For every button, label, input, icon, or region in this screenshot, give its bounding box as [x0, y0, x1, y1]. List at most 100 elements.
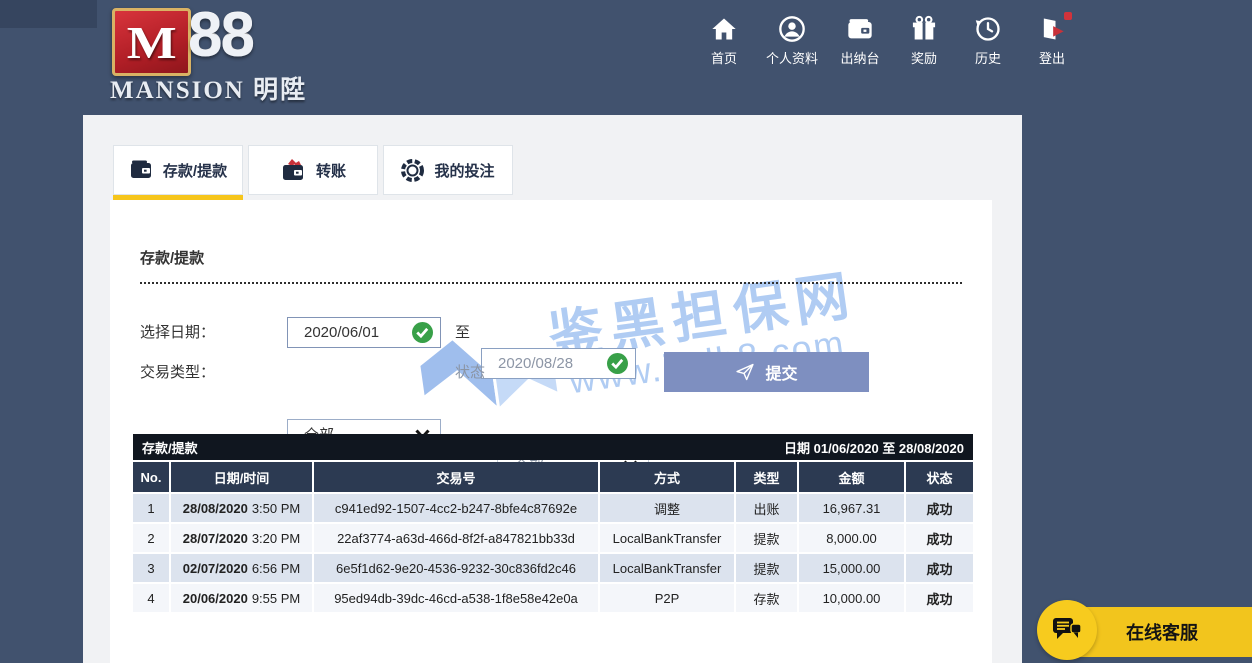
cell-time: 9:55 PM — [252, 591, 300, 606]
cell-amount: 16,967.31 — [799, 494, 904, 522]
logo-name-cn: 明陞 — [253, 77, 307, 104]
nav-home-label: 首页 — [711, 48, 737, 67]
cell-date: 28/08/2020 — [183, 501, 248, 516]
cell-type: 存款 — [736, 584, 797, 612]
table-row[interactable]: 1 28/08/2020 3:50 PM c941ed92-1507-4cc2-b… — [133, 494, 973, 522]
cell-txn-id: 6e5f1d62-9e20-4536-9232-30c836fd2c46 — [314, 554, 598, 582]
cell-amount: 8,000.00 — [799, 524, 904, 552]
cell-date: 20/06/2020 — [183, 591, 248, 606]
nav-history-label: 历史 — [975, 48, 1001, 67]
cell-status: 成功 — [906, 554, 973, 582]
date-from-valid-icon — [412, 322, 433, 343]
cell-date: 02/07/2020 — [183, 561, 248, 576]
m88-logo[interactable]: M — [112, 8, 191, 76]
nav-profile[interactable]: 个人资料 — [766, 15, 818, 67]
cell-datetime: 20/06/2020 9:55 PM — [171, 584, 312, 612]
history-icon — [974, 15, 1002, 43]
table-row[interactable]: 4 20/06/2020 9:55 PM 95ed94db-39dc-46cd-a… — [133, 584, 973, 612]
table-row[interactable]: 2 28/07/2020 3:20 PM 22af3774-a63d-466d-8… — [133, 524, 973, 552]
col-status: 状态 — [906, 462, 973, 492]
logout-notification-dot — [1064, 12, 1072, 20]
date-to-valid-icon — [607, 353, 628, 374]
table-row[interactable]: 3 02/07/2020 6:56 PM 6e5f1d62-9e20-4536-9… — [133, 554, 973, 582]
cell-time: 6:56 PM — [252, 561, 300, 576]
cell-type: 提款 — [736, 524, 797, 552]
table-header-row: No. 日期/时间 交易号 方式 类型 金额 状态 — [133, 462, 973, 492]
cell-txn-id: 22af3774-a63d-466d-8f2f-a847821bb33d — [314, 524, 598, 552]
cell-no: 2 — [133, 524, 169, 552]
online-support-bubble[interactable] — [1037, 600, 1097, 660]
gift-icon — [910, 15, 938, 43]
poker-chip-icon — [401, 159, 424, 182]
cell-datetime: 02/07/2020 6:56 PM — [171, 554, 312, 582]
col-type: 类型 — [736, 462, 797, 492]
date-range-label: 选择日期： — [140, 317, 215, 348]
nav-home[interactable]: 首页 — [702, 15, 746, 67]
logo-m-glyph: M — [127, 16, 177, 69]
cell-time: 3:50 PM — [252, 501, 300, 516]
online-support-label: 在线客服 — [1126, 619, 1198, 645]
table-titlebar: 存款/提款 日期 01/06/2020 至 28/08/2020 — [133, 434, 973, 460]
date-to-input[interactable]: 2020/08/28 — [481, 348, 636, 379]
col-datetime: 日期/时间 — [171, 462, 312, 492]
submit-button[interactable]: 提交 — [664, 352, 869, 392]
date-from-value: 2020/06/01 — [304, 324, 379, 341]
tab-deposit-withdraw-label: 存款/提款 — [163, 160, 227, 181]
cell-method: P2P — [600, 584, 734, 612]
table-date-range: 日期 01/06/2020 至 28/08/2020 — [784, 438, 964, 457]
cell-status: 成功 — [906, 524, 973, 552]
nav-cashier-label: 出纳台 — [841, 48, 880, 67]
nav-cashier[interactable]: 出纳台 — [838, 15, 882, 67]
cell-date: 28/07/2020 — [183, 531, 248, 546]
active-tab-underline — [113, 195, 243, 200]
home-icon — [710, 15, 738, 43]
section-divider — [140, 282, 962, 284]
cell-amount: 10,000.00 — [799, 584, 904, 612]
tab-my-bets[interactable]: 我的投注 — [383, 145, 513, 195]
cell-datetime: 28/07/2020 3:20 PM — [171, 524, 312, 552]
section-title: 存款/提款 — [140, 247, 204, 268]
nav-logout[interactable]: 登出 — [1030, 15, 1074, 67]
transactions-table: 存款/提款 日期 01/06/2020 至 28/08/2020 No. 日期/… — [133, 434, 973, 612]
cell-method: LocalBankTransfer — [600, 554, 734, 582]
cell-method: LocalBankTransfer — [600, 524, 734, 552]
nav-profile-label: 个人资料 — [766, 48, 818, 67]
logout-icon — [1038, 15, 1066, 43]
cell-txn-id: c941ed92-1507-4cc2-b247-8bfe4c87692e — [314, 494, 598, 522]
chat-icon — [1051, 616, 1083, 644]
user-icon — [778, 15, 806, 43]
transfer-wallet-icon — [280, 158, 306, 182]
to-label: 至 — [455, 317, 470, 348]
cell-status: 成功 — [906, 584, 973, 612]
tab-transfer-label: 转账 — [316, 160, 346, 181]
date-from-input[interactable]: 2020/06/01 — [287, 317, 441, 348]
tab-transfer[interactable]: 转账 — [248, 145, 378, 195]
nav-rewards[interactable]: 奖励 — [902, 15, 946, 67]
table-title: 存款/提款 — [142, 438, 198, 457]
tab-deposit-withdraw[interactable]: 存款/提款 — [113, 145, 243, 195]
logo-88-text: 88 — [188, 0, 253, 71]
cell-amount: 15,000.00 — [799, 554, 904, 582]
nav-logout-label: 登出 — [1039, 48, 1065, 67]
deposit-wallet-icon — [129, 159, 153, 181]
cell-status: 成功 — [906, 494, 973, 522]
col-txn-id: 交易号 — [314, 462, 598, 492]
wallet-icon — [846, 15, 874, 43]
cell-txn-id: 95ed94db-39dc-46cd-a538-1f8e58e42e0a — [314, 584, 598, 612]
submit-label: 提交 — [765, 360, 797, 384]
screen: M 88 MANSION 明陞 首页 个人资料 出纳台 奖励 历史 登出 — [0, 0, 1252, 663]
cell-time: 3:20 PM — [252, 531, 300, 546]
status-label: 状态 — [455, 357, 485, 388]
cell-type: 出账 — [736, 494, 797, 522]
cell-no: 4 — [133, 584, 169, 612]
col-method: 方式 — [600, 462, 734, 492]
col-amount: 金额 — [799, 462, 904, 492]
tab-bar: 存款/提款 转账 我的投注 — [113, 145, 513, 195]
top-nav: 首页 个人资料 出纳台 奖励 历史 登出 — [702, 15, 1074, 67]
cell-no: 3 — [133, 554, 169, 582]
nav-history[interactable]: 历史 — [966, 15, 1010, 67]
cell-method: 调整 — [600, 494, 734, 522]
cell-no: 1 — [133, 494, 169, 522]
nav-rewards-label: 奖励 — [911, 48, 937, 67]
tab-my-bets-label: 我的投注 — [434, 160, 494, 181]
